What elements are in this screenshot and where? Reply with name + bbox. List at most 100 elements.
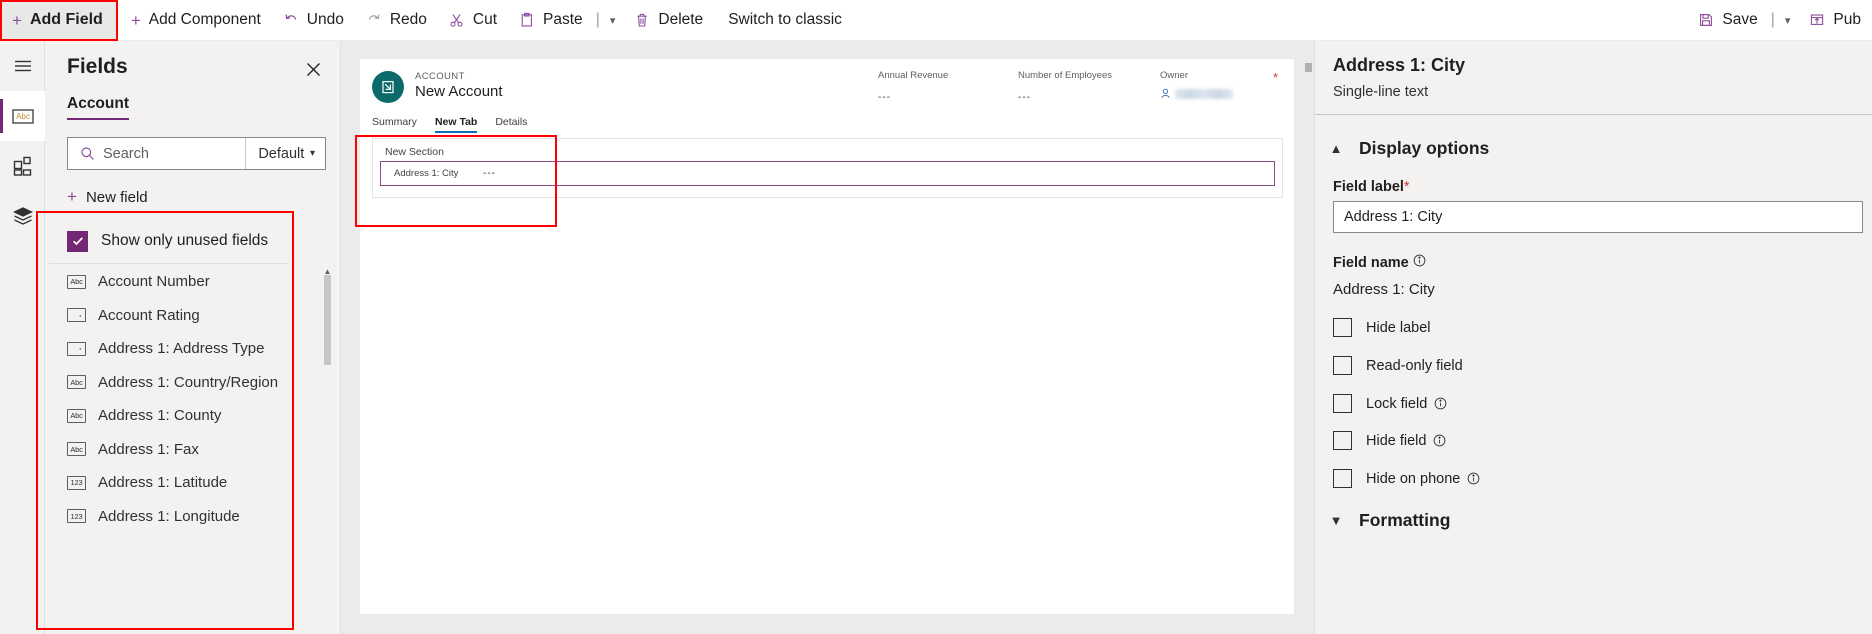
scrollbar-thumb[interactable] (324, 275, 331, 365)
add-field-button[interactable]: + Add Field (0, 0, 118, 41)
save-label: Save (1722, 11, 1758, 28)
hamburger-menu-icon (12, 55, 34, 77)
record-name: New Account (415, 83, 503, 100)
owner-name-redacted (1175, 88, 1233, 99)
rail-item-fields[interactable]: Abc (0, 91, 45, 141)
list-item[interactable]: · Account Rating (49, 299, 339, 333)
text-field-icon: Abc (67, 442, 86, 457)
form-header: ACCOUNT New Account Annual Revenue --- N… (360, 59, 1294, 115)
canvas-scrollbar[interactable] (1303, 41, 1314, 634)
formatting-section-header[interactable]: ▼ Formatting (1329, 510, 1451, 531)
hide-field-checkbox[interactable]: Hide field (1333, 431, 1446, 450)
properties-subtitle: Single-line text (1333, 84, 1429, 100)
tab-details[interactable]: Details (495, 116, 527, 133)
tab-summary[interactable]: Summary (372, 116, 417, 133)
delete-button[interactable]: Delete (623, 0, 714, 41)
chevron-down-icon: ▼ (1329, 513, 1343, 528)
info-icon[interactable] (1413, 254, 1426, 267)
hide-field-text: Hide field (1366, 432, 1427, 449)
info-icon[interactable] (1467, 472, 1480, 485)
scrollbar-thumb[interactable] (1305, 63, 1312, 72)
command-bar: + Add Field + Add Component Undo Redo Cu… (0, 0, 1872, 41)
field-label: Address 1: Fax (98, 440, 199, 458)
add-component-button[interactable]: + Add Component (120, 0, 272, 41)
svg-text:Abc: Abc (16, 112, 30, 121)
scissors-icon (449, 12, 465, 28)
form-preview: ACCOUNT New Account Annual Revenue --- N… (360, 59, 1294, 614)
choice-field-icon: · (67, 308, 86, 323)
list-item[interactable]: Abc Account Number (49, 265, 339, 299)
undo-button[interactable]: Undo (272, 0, 355, 41)
header-field-annual-revenue[interactable]: Annual Revenue --- (878, 70, 948, 103)
rail-item-layers[interactable] (0, 191, 45, 241)
rail-item-components[interactable] (0, 141, 45, 191)
header-field-owner[interactable]: Owner * (1160, 70, 1278, 99)
form-field-address-1-city[interactable]: Address 1: City --- (380, 161, 1275, 186)
redo-arrow-icon (366, 12, 382, 28)
field-filter-dropdown[interactable]: Default ▾ (245, 138, 325, 169)
form-designer-app: + Add Field + Add Component Undo Redo Cu… (0, 0, 1872, 634)
switch-to-classic-button[interactable]: Switch to classic (714, 0, 856, 41)
list-item[interactable]: Abc Address 1: Country/Region (49, 366, 339, 400)
list-item[interactable]: 123 Address 1: Latitude (49, 466, 339, 500)
display-options-section-header[interactable]: ▲ Display options (1329, 138, 1490, 159)
switch-to-classic-label: Switch to classic (728, 11, 842, 28)
tab-new-tab[interactable]: New Tab (434, 116, 478, 133)
hide-on-phone-checkbox[interactable]: Hide on phone (1333, 469, 1480, 488)
hide-label-checkbox[interactable]: Hide label (1333, 318, 1431, 337)
field-label-caption-text: Field label (1333, 179, 1404, 195)
info-icon[interactable] (1433, 434, 1446, 447)
undo-label: Undo (306, 11, 344, 28)
paste-chevron-down-icon[interactable]: ▾ (602, 14, 624, 27)
fields-list[interactable]: Abc Account Number · Account Rating · Ad… (49, 265, 339, 630)
new-field-label: New field (85, 188, 148, 206)
fields-panel-title: Fields (67, 55, 128, 78)
list-item[interactable]: Abc Address 1: County (49, 399, 339, 433)
header-field-number-of-employees[interactable]: Number of Employees --- (1018, 70, 1112, 103)
cut-button[interactable]: Cut (438, 0, 508, 41)
field-label: Address 1: County (98, 407, 222, 425)
required-indicator: * (1403, 179, 1410, 195)
form-section[interactable]: New Section Address 1: City --- (372, 138, 1283, 198)
account-entity-icon (372, 71, 404, 103)
properties-title: Address 1: City (1333, 55, 1466, 75)
paste-button[interactable]: Paste (508, 0, 594, 41)
info-icon[interactable] (1434, 397, 1447, 410)
show-only-unused-fields-checkbox[interactable]: Show only unused fields (49, 219, 289, 264)
close-icon[interactable] (302, 58, 324, 80)
number-field-icon: 123 (67, 509, 86, 524)
field-label: Account Rating (98, 306, 200, 324)
read-only-field-checkbox[interactable]: Read-only field (1333, 356, 1463, 375)
delete-label: Delete (658, 11, 704, 28)
field-name-caption: Field name (1333, 254, 1426, 271)
save-chevron-down-icon[interactable]: ▾ (1777, 14, 1799, 27)
lock-field-checkbox[interactable]: Lock field (1333, 394, 1447, 413)
publish-button[interactable]: Pub (1798, 0, 1872, 41)
list-item[interactable]: Abc Address 1: Fax (49, 433, 339, 467)
components-grid-icon (12, 155, 34, 177)
checkbox-unchecked-icon (1333, 356, 1352, 375)
list-item[interactable]: · Address 1: Address Type (49, 332, 339, 366)
lock-field-text: Lock field (1366, 395, 1428, 412)
number-field-icon: 123 (67, 475, 86, 490)
redo-label: Redo (389, 11, 427, 28)
fields-list-scrollbar[interactable]: ▲ (323, 267, 332, 624)
choice-field-icon: · (67, 341, 86, 356)
trash-icon (634, 12, 650, 28)
field-label-input[interactable] (1333, 201, 1863, 233)
display-options-label: Display options (1359, 138, 1490, 158)
rail-item-menu[interactable] (0, 41, 45, 91)
fields-search-bar: Default ▾ (67, 137, 326, 170)
tab-account[interactable]: Account (67, 95, 129, 120)
save-button[interactable]: Save (1687, 0, 1768, 41)
new-field-button[interactable]: + New field (67, 187, 148, 207)
undo-arrow-icon (283, 12, 299, 28)
entity-label: ACCOUNT (415, 71, 465, 82)
required-indicator: * (1272, 70, 1278, 85)
redo-button[interactable]: Redo (355, 0, 438, 41)
search-field-wrap[interactable] (68, 138, 246, 169)
field-name-caption-text: Field name (1333, 255, 1409, 271)
list-item[interactable]: 123 Address 1: Longitude (49, 500, 339, 534)
search-input[interactable] (103, 145, 246, 162)
field-label: Address 1: Longitude (98, 507, 240, 525)
